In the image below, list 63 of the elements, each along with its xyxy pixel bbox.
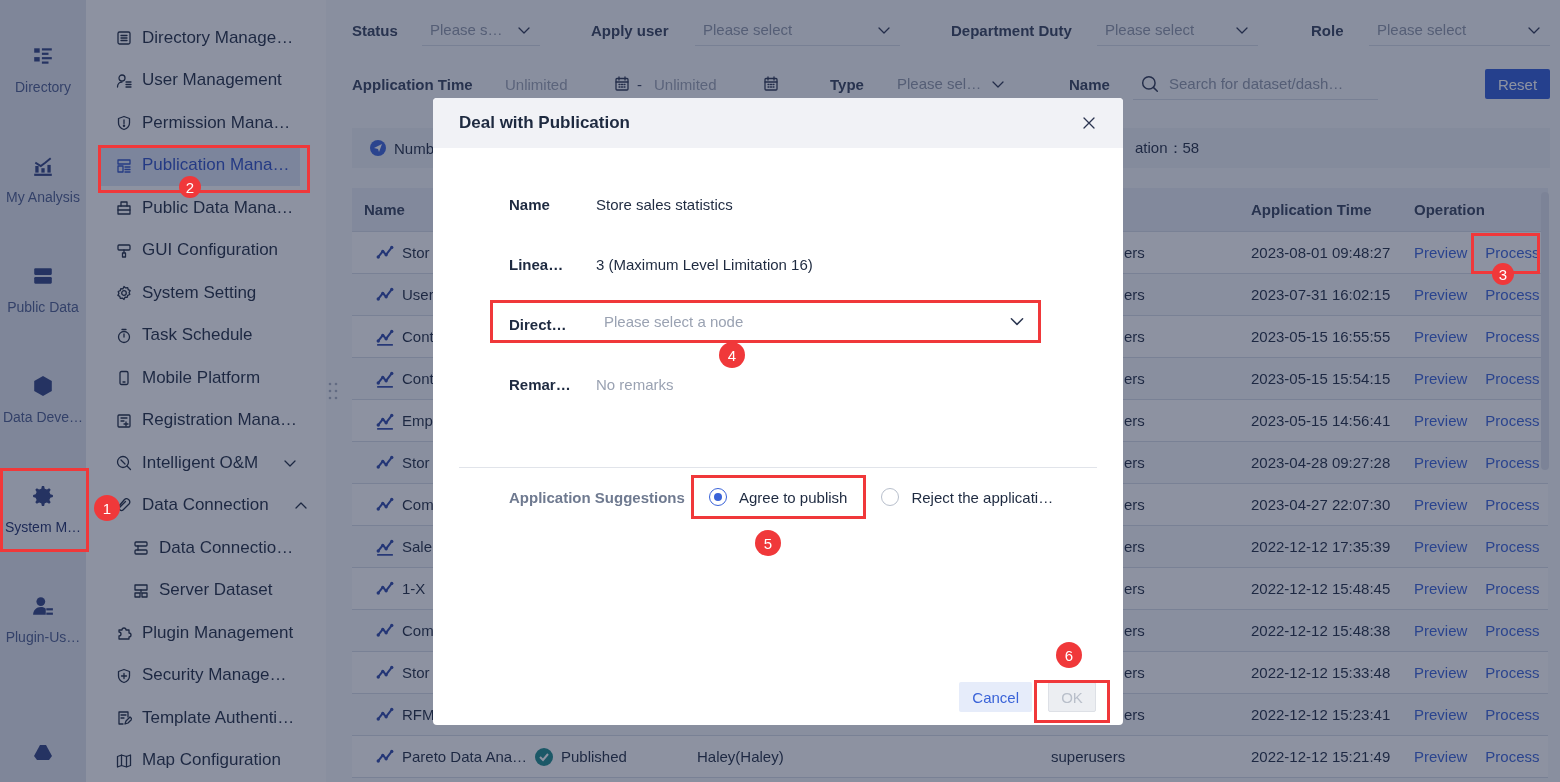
time-cell: 2022-12-12 15:48:38: [1251, 622, 1391, 639]
dataset-name: Emp: [402, 412, 433, 429]
filter-label: Department Duty: [951, 21, 1073, 39]
dataset-name: Stor: [402, 664, 430, 681]
time-cell: 2023-05-15 14:56:41: [1251, 412, 1391, 429]
role-name: ers: [1124, 622, 1145, 639]
dataset-name: Com: [402, 496, 434, 513]
role-name: superusers: [1051, 748, 1126, 765]
summary-text: Numb: [394, 139, 435, 157]
filter-label: Apply user: [591, 21, 670, 39]
field-value: No remarks: [596, 375, 674, 393]
dataset-name: Com: [402, 622, 434, 639]
column-header: Name: [364, 201, 405, 218]
role-name: ers: [1124, 664, 1145, 681]
dataset-name: Stor: [402, 454, 430, 471]
dataset-name: Sale: [402, 538, 433, 555]
field-label: Direct…: [509, 315, 568, 333]
role-name: ers: [1124, 706, 1145, 723]
time-cell: 2022-12-12 17:35:39: [1251, 538, 1391, 555]
dataset-name: Cont: [402, 328, 434, 345]
dataset-name: RFM: [402, 706, 435, 723]
summary-text: ation：58: [1135, 138, 1200, 158]
role-name: ers: [1124, 244, 1145, 261]
field-value: Store sales statistics: [596, 195, 733, 213]
role-name: ers: [1124, 496, 1145, 513]
range-separator: -: [637, 75, 642, 93]
time-cell: 2023-07-31 16:02:15: [1251, 286, 1391, 303]
role-name: ers: [1124, 538, 1145, 555]
role-name: ers: [1124, 412, 1145, 429]
applicant-name: Haley(Haley): [697, 748, 784, 765]
role-name: ers: [1124, 580, 1145, 597]
filter-label: Name: [1069, 75, 1111, 93]
filter-label: Application Time: [352, 75, 474, 93]
role-name: ers: [1124, 454, 1145, 471]
filter-label: Type: [830, 75, 865, 93]
dataset-name: User: [402, 286, 434, 303]
dialog-title: Deal with Publication: [459, 113, 630, 133]
column-header: Application Time: [1251, 201, 1372, 218]
field-label: Linea…: [509, 255, 565, 273]
suggestion-label: Application Suggestions: [509, 488, 686, 506]
time-cell: 2023-04-28 09:27:28: [1251, 454, 1391, 471]
filter-label: Status: [352, 21, 399, 39]
field-value: 3 (Maximum Level Limitation 16): [596, 255, 813, 273]
time-cell: 2023-04-27 22:07:30: [1251, 496, 1391, 513]
time-cell: 2023-05-15 15:54:15: [1251, 370, 1391, 387]
field-label: Name: [509, 195, 551, 213]
dataset-name: Cont: [402, 370, 434, 387]
field-label: Remar…: [509, 375, 572, 393]
role-name: ers: [1124, 370, 1145, 387]
time-cell: 2022-12-12 15:21:49: [1251, 748, 1391, 765]
dataset-name: Stor: [402, 244, 430, 261]
time-cell: 2022-12-12 15:33:48: [1251, 664, 1391, 681]
time-cell: 2023-08-01 09:48:27: [1251, 244, 1391, 261]
role-name: ers: [1124, 328, 1145, 345]
time-cell: 2023-05-15 16:55:55: [1251, 328, 1391, 345]
time-cell: 2022-12-12 15:48:45: [1251, 580, 1391, 597]
status-label: Published: [561, 748, 627, 765]
dataset-name: Pareto Data Ana…: [402, 748, 528, 765]
time-cell: 2022-12-12 15:23:41: [1251, 706, 1391, 723]
column-header: Operation: [1414, 201, 1485, 218]
filter-label: Role: [1311, 21, 1345, 39]
role-name: ers: [1124, 286, 1145, 303]
dataset-name: 1-X: [402, 580, 426, 597]
